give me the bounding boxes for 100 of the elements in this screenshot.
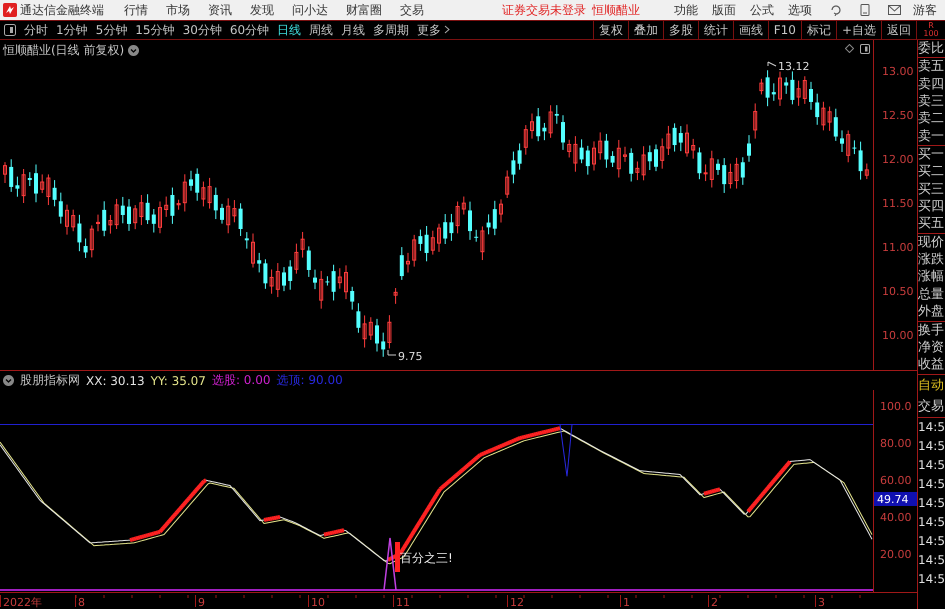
candlestick — [437, 223, 441, 252]
candlestick — [691, 138, 696, 160]
candlestick — [412, 234, 416, 268]
candlestick — [834, 108, 838, 142]
period-tab[interactable]: 分时 — [20, 21, 52, 39]
candlestick — [375, 318, 379, 352]
candlestick — [263, 258, 268, 290]
toolbar-button[interactable]: 多股 — [662, 21, 698, 39]
menu-item[interactable]: 选项 — [788, 2, 812, 18]
indicator-name: 股朋指标网 — [20, 372, 80, 389]
panel-toggle-icon[interactable] — [4, 24, 16, 36]
period-tab[interactable]: 多周期 — [369, 21, 414, 39]
candlestick — [790, 70, 794, 105]
mail-icon[interactable] — [888, 5, 901, 15]
indicator-value: 选顶: 90.00 — [276, 372, 343, 389]
candlestick — [716, 158, 720, 176]
period-tab[interactable]: 60分钟 — [226, 21, 274, 39]
menu-item[interactable]: 市场 — [166, 2, 190, 18]
quote-field-label: 买二 — [918, 163, 945, 181]
axis-label: 8 — [78, 596, 85, 609]
toolbar-button[interactable]: 叠加 — [628, 21, 663, 39]
menu-item[interactable]: 资讯 — [208, 2, 232, 18]
menu-item[interactable]: 问小达 — [292, 2, 328, 18]
menu-item[interactable]: 功能 — [674, 2, 698, 18]
quote-field-label: 买三 — [918, 180, 945, 198]
toolbar-button[interactable]: 返回 — [881, 21, 916, 39]
candlestick — [722, 158, 726, 194]
user-name[interactable]: 游客 — [913, 2, 937, 18]
period-tab[interactable]: 1分钟 — [52, 21, 92, 39]
menu-item[interactable]: 行情 — [124, 2, 148, 18]
candlestick — [9, 158, 14, 192]
menu-item[interactable]: 发现 — [250, 2, 274, 18]
auto-label[interactable]: 自动 — [918, 374, 945, 397]
refresh-icon[interactable] — [830, 4, 842, 16]
toolbar-button[interactable]: F10 — [768, 21, 801, 39]
axis-label: 3 — [818, 596, 825, 609]
quote-field-label: 外盘 — [918, 303, 945, 322]
candlestick — [344, 264, 348, 300]
toolbar-button[interactable]: +自选 — [836, 21, 881, 39]
candlestick — [282, 266, 286, 292]
quote-field-label: 卖一 — [918, 128, 945, 146]
menu-item[interactable]: 交易 — [400, 2, 424, 18]
candlestick — [28, 172, 32, 187]
axis-label: 60.00 — [880, 474, 912, 487]
candlestick — [697, 147, 702, 180]
phone-icon[interactable] — [860, 4, 870, 16]
candlestick — [561, 114, 565, 150]
period-tab[interactable]: 15分钟 — [131, 21, 179, 39]
candlestick — [96, 214, 100, 232]
candlestick — [635, 160, 640, 181]
period-tab[interactable]: 30分钟 — [178, 21, 226, 39]
trade-label: 交易 — [918, 396, 945, 418]
period-tab[interactable]: 月线 — [337, 21, 370, 39]
axis-label: 100.0 — [880, 400, 912, 413]
toolbar-button[interactable]: 画线 — [732, 21, 768, 39]
candlestick — [332, 264, 336, 301]
candlestick — [864, 163, 869, 180]
menu-item[interactable]: 版面 — [712, 2, 736, 18]
candlestick — [598, 132, 602, 160]
candlestick — [734, 157, 739, 190]
candlestick — [65, 204, 69, 236]
candlestick — [629, 148, 634, 182]
candlestick — [40, 174, 44, 194]
diamond-icon[interactable] — [845, 44, 854, 53]
candlestick — [313, 269, 317, 290]
candlestick — [809, 81, 813, 110]
tick-mark — [195, 594, 196, 608]
candlestick — [505, 170, 510, 198]
candlestick — [368, 316, 373, 340]
candlestick — [753, 102, 758, 140]
panel-toggle-icon[interactable] — [860, 44, 870, 54]
chevron-down-icon[interactable] — [3, 375, 14, 386]
period-tab[interactable]: 日线 — [273, 21, 306, 39]
toolbar-button[interactable]: 标记 — [800, 21, 836, 39]
period-tab[interactable]: 5分钟 — [92, 21, 132, 39]
candlestick — [220, 203, 224, 224]
menu-item[interactable]: 财富圈 — [346, 2, 382, 18]
chevron-down-icon[interactable] — [128, 45, 140, 56]
candlestick — [71, 209, 76, 232]
candlestick — [356, 302, 360, 334]
more-button[interactable]: 更多 — [413, 21, 454, 39]
tick-mark — [815, 594, 816, 608]
candlestick — [170, 187, 174, 224]
candlestick — [580, 138, 584, 164]
candlestick — [660, 138, 664, 170]
menu-item[interactable]: 公式 — [750, 2, 774, 18]
candlestick — [164, 196, 168, 218]
quote-field-label: 买一 — [918, 146, 945, 164]
toolbar-button[interactable]: 复权 — [592, 21, 628, 39]
candlestick — [84, 238, 88, 258]
candlestick — [350, 286, 354, 310]
toolbar-button[interactable]: 统计 — [698, 21, 733, 39]
candlestick — [573, 136, 578, 172]
period-tab[interactable]: 周线 — [305, 21, 338, 39]
candlestick — [623, 146, 627, 162]
axis-label: 12.00 — [882, 153, 914, 166]
candlestick — [567, 139, 572, 158]
quote-field-label: 卖四 — [918, 76, 945, 94]
candlestick — [766, 70, 770, 107]
candlestick — [114, 198, 119, 230]
